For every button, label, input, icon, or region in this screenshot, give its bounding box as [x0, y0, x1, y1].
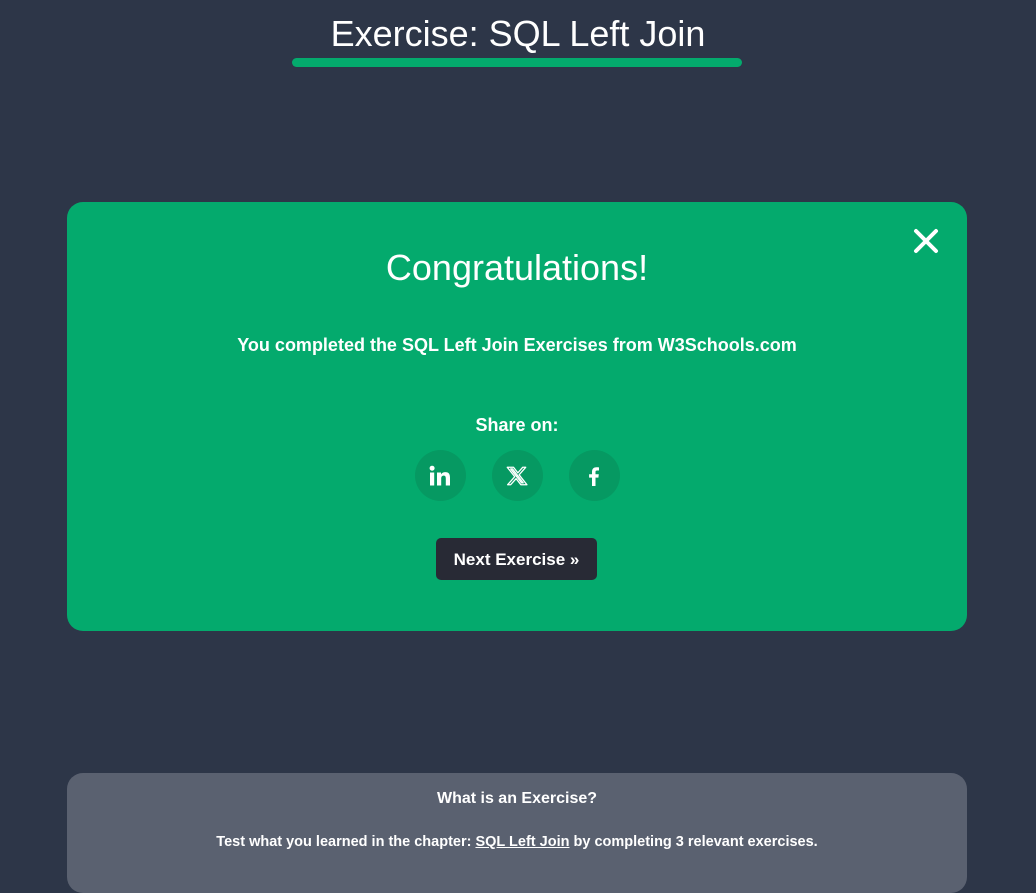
- share-buttons: [67, 450, 967, 501]
- next-exercise-button[interactable]: Next Exercise »: [436, 538, 597, 580]
- chapter-link[interactable]: SQL Left Join: [475, 834, 569, 850]
- share-linkedin-button[interactable]: [414, 450, 466, 501]
- info-title: What is an Exercise?: [436, 790, 598, 807]
- title-underline: [292, 58, 742, 67]
- info-text-before: Test what you learned in the chapter:: [216, 834, 476, 850]
- facebook-icon: [589, 466, 599, 486]
- share-x-button[interactable]: [491, 450, 543, 501]
- congratulations-card: Congratulations! You completed the SQL L…: [67, 202, 967, 631]
- completion-message: You completed the SQL Left Join Exercise…: [237, 335, 797, 355]
- info-text-after: by completing 3 relevant exercises.: [569, 834, 818, 850]
- page-title: Exercise: SQL Left Join: [330, 13, 706, 54]
- info-text: Test what you learned in the chapter: SQ…: [67, 831, 967, 853]
- linkedin-icon: [429, 465, 450, 485]
- share-label: Share on:: [475, 415, 559, 435]
- x-icon: [506, 466, 528, 485]
- congratulations-heading: Congratulations!: [385, 247, 649, 288]
- exercise-info-card: What is an Exercise? Test what you learn…: [67, 773, 967, 893]
- share-facebook-button[interactable]: [568, 450, 620, 501]
